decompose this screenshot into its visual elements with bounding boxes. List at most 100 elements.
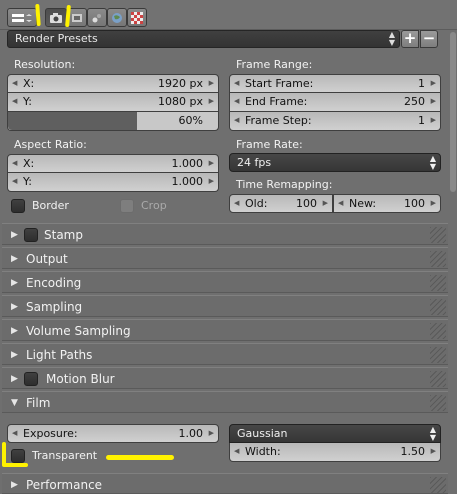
- frame-range-label: Frame Range:: [236, 58, 313, 71]
- texture-checker-icon: [131, 11, 143, 24]
- scene-tab-button[interactable]: [87, 8, 107, 27]
- exposure-field[interactable]: ◀ Exposure: 1.00 ▶: [7, 424, 219, 443]
- panel-stamp[interactable]: ▶ Stamp: [2, 223, 448, 245]
- increment-arrow-icon: ▶: [208, 159, 214, 167]
- decrement-arrow-icon: ◀: [234, 199, 240, 207]
- expand-arrow-icon: ▶: [11, 480, 18, 490]
- texture-tab-button[interactable]: [127, 8, 147, 27]
- filter-width-field[interactable]: ◀ Width: 1.50 ▶: [229, 443, 441, 462]
- render-presets-label: Render Presets: [15, 32, 98, 45]
- panel-film-label: Film: [26, 396, 51, 410]
- add-preset-button[interactable]: +: [401, 30, 419, 48]
- panel-volume-sampling-label: Volume Sampling: [26, 324, 131, 338]
- decrement-arrow-icon: ◀: [338, 199, 344, 207]
- drag-grip-icon[interactable]: [430, 477, 446, 493]
- panel-output[interactable]: ▶ Output: [2, 247, 448, 269]
- up-down-arrows-icon: ▲ ▼: [429, 425, 436, 442]
- increment-arrow-icon: ▶: [208, 177, 214, 185]
- increment-arrow-icon: ▶: [208, 79, 214, 87]
- filter-width-label: Width:: [245, 445, 281, 458]
- increment-arrow-icon: ▶: [430, 447, 436, 455]
- up-down-arrows-icon: ▲ ▼: [388, 30, 395, 47]
- decrement-arrow-icon: ◀: [234, 97, 240, 105]
- border-checkbox[interactable]: [11, 199, 25, 213]
- time-remap-new-field[interactable]: ◀ New: 100 ▶: [333, 194, 441, 213]
- panel-encoding[interactable]: ▶ Encoding: [2, 271, 448, 293]
- drag-grip-icon[interactable]: [430, 299, 446, 315]
- aspect-x-label: X:: [23, 157, 35, 170]
- drag-grip-icon[interactable]: [430, 251, 446, 267]
- up-down-arrows-icon: ▲ ▼: [429, 154, 436, 171]
- panel-film[interactable]: ▼ Film: [2, 391, 448, 413]
- drag-grip-icon[interactable]: [430, 323, 446, 339]
- aspect-x-field[interactable]: ◀ X: 1.000 ▶: [7, 154, 219, 173]
- panel-performance[interactable]: ▶ Performance: [2, 473, 448, 494]
- time-remap-old-field[interactable]: ◀ Old: 100 ▶: [229, 194, 333, 213]
- aspect-ratio-label: Aspect Ratio:: [14, 138, 87, 151]
- highlight-mark-left: [35, 3, 41, 27]
- time-remap-old-value: 100: [296, 197, 317, 210]
- crop-checkbox[interactable]: [120, 199, 134, 213]
- panel-motion-blur[interactable]: ▶ Motion Blur: [2, 367, 448, 389]
- scrollbar[interactable]: [450, 32, 456, 192]
- expand-arrow-icon: ▶: [11, 230, 18, 240]
- decrement-arrow-icon: ◀: [234, 447, 240, 455]
- increment-arrow-icon: ▶: [208, 97, 214, 105]
- panel-volume-sampling[interactable]: ▶ Volume Sampling: [2, 319, 448, 341]
- remove-preset-button[interactable]: −: [420, 30, 438, 48]
- filter-type-dropdown[interactable]: Gaussian ▲ ▼: [229, 424, 441, 443]
- end-frame-field[interactable]: ◀ End Frame: 250 ▶: [229, 93, 441, 112]
- resolution-x-label: X:: [23, 77, 35, 90]
- expand-arrow-icon: ▶: [11, 254, 18, 264]
- aspect-y-label: Y:: [23, 175, 32, 188]
- frame-step-field[interactable]: ◀ Frame Step: 1 ▶: [229, 112, 441, 131]
- drag-grip-icon[interactable]: [430, 371, 446, 387]
- crop-label: Crop: [141, 199, 167, 212]
- end-frame-label: End Frame:: [245, 95, 308, 108]
- increment-arrow-icon: ▶: [322, 199, 328, 207]
- increment-arrow-icon: ▶: [430, 97, 436, 105]
- resolution-percent-slider[interactable]: 60%: [7, 112, 219, 131]
- start-frame-field[interactable]: ◀ Start Frame: 1 ▶: [229, 74, 441, 93]
- panel-light-paths[interactable]: ▶ Light Paths: [2, 343, 448, 365]
- drag-grip-icon[interactable]: [430, 227, 446, 243]
- resolution-x-field[interactable]: ◀ X: 1920 px ▶: [7, 74, 219, 93]
- resolution-y-field[interactable]: ◀ Y: 1080 px ▶: [7, 93, 219, 112]
- expand-arrow-icon: ▶: [11, 326, 18, 336]
- highlight-mark-underline: [106, 455, 174, 460]
- resolution-percent-fill: [8, 112, 137, 130]
- drag-grip-icon[interactable]: [430, 395, 446, 411]
- render-tab-button[interactable]: [45, 8, 67, 27]
- frame-rate-value: 24 fps: [237, 156, 272, 169]
- highlight-mark-bracket-horizontal: [2, 463, 28, 467]
- camera-icon: [50, 12, 62, 23]
- time-remap-new-label: New:: [349, 197, 377, 210]
- panel-sampling[interactable]: ▶ Sampling: [2, 295, 448, 317]
- aspect-y-field[interactable]: ◀ Y: 1.000 ▶: [7, 173, 219, 192]
- editor-type-button[interactable]: [7, 8, 37, 27]
- stamp-checkbox[interactable]: [24, 228, 38, 242]
- drag-grip-icon[interactable]: [430, 347, 446, 363]
- decrement-arrow-icon: ◀: [234, 116, 240, 124]
- motion-blur-checkbox[interactable]: [24, 372, 38, 386]
- panel-output-label: Output: [26, 252, 68, 266]
- scene-icon: [92, 13, 101, 22]
- increment-arrow-icon: ▶: [430, 199, 436, 207]
- drag-grip-icon[interactable]: [430, 275, 446, 291]
- world-icon: [112, 12, 122, 23]
- collapse-arrow-icon: ▼: [11, 398, 18, 408]
- border-label: Border: [32, 199, 69, 212]
- start-frame-value: 1: [418, 77, 425, 90]
- decrement-arrow-icon: ◀: [12, 429, 18, 437]
- render-presets-menu[interactable]: Render Presets ▲ ▼: [7, 30, 400, 48]
- panel-motion-blur-label: Motion Blur: [46, 372, 115, 386]
- increment-arrow-icon: ▶: [430, 79, 436, 87]
- decrement-arrow-icon: ◀: [234, 79, 240, 87]
- transparent-checkbox[interactable]: [11, 449, 25, 463]
- expand-arrow-icon: ▶: [11, 302, 18, 312]
- world-tab-button[interactable]: [107, 8, 127, 27]
- frame-rate-dropdown[interactable]: 24 fps ▲ ▼: [229, 153, 441, 172]
- resolution-x-value: 1920 px: [158, 77, 203, 90]
- panel-stamp-label: Stamp: [44, 228, 83, 242]
- increment-arrow-icon: ▶: [208, 429, 214, 437]
